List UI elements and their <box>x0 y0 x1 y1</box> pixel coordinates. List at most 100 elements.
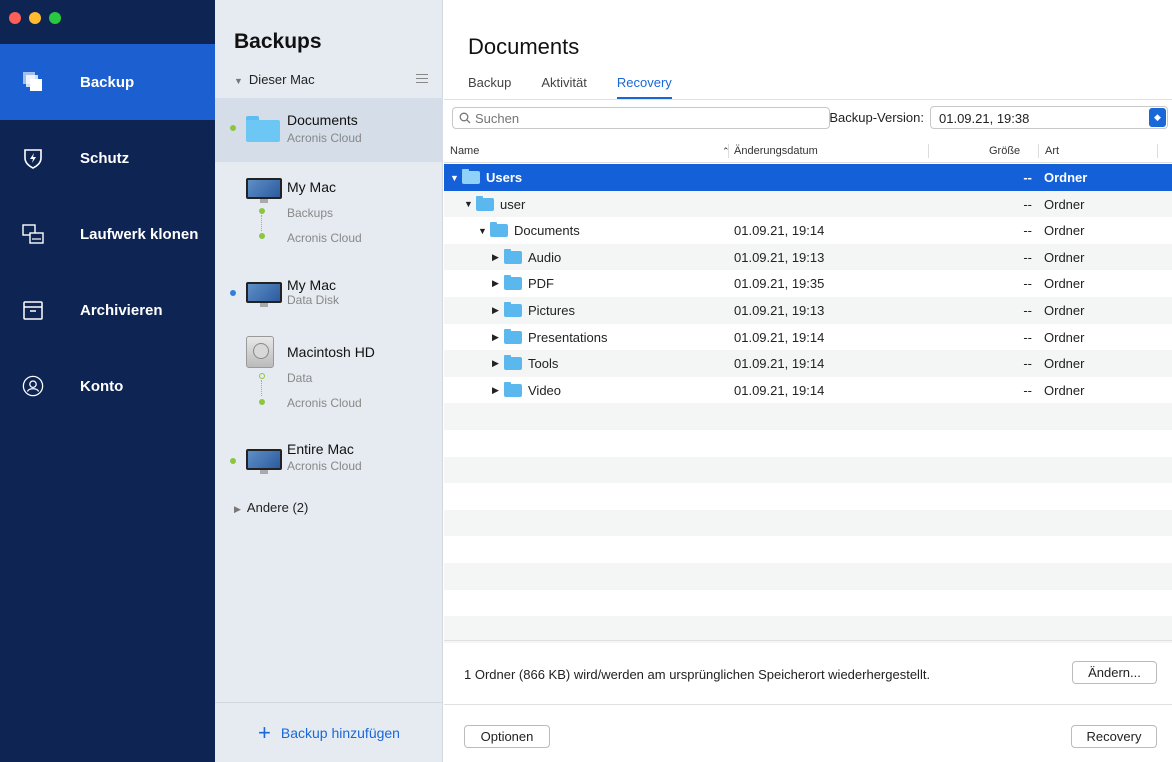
change-button[interactable]: Ändern... <box>1072 661 1157 684</box>
nav-label: Schutz <box>80 149 130 167</box>
source-item-documents[interactable]: Documents Acronis Cloud <box>215 98 443 162</box>
table-row[interactable]: ▶ Audio 01.09.21, 19:13 -- Ordner <box>444 243 1172 271</box>
file-type: Ordner <box>1044 276 1085 292</box>
backup-version-value: 01.09.21, 19:38 <box>939 111 1030 126</box>
source-name: Documents <box>287 112 358 128</box>
source-item-my-mac[interactable]: My Mac Backups Acronis Cloud <box>215 165 443 255</box>
nav-item-konto[interactable]: Konto <box>0 348 215 424</box>
recovery-summary: 1 Ordner (866 KB) wird/werden am ursprün… <box>444 640 1172 704</box>
backup-icon <box>22 71 44 93</box>
table-row[interactable]: ▼ Users -- Ordner <box>444 164 1172 191</box>
nav-item-backup[interactable]: Backup <box>0 44 215 120</box>
modified-date: 01.09.21, 19:14 <box>734 223 825 239</box>
file-size: -- <box>1023 249 1032 265</box>
file-name-cell: ▶ Video <box>492 381 561 398</box>
column-size[interactable]: Größe <box>989 145 1020 157</box>
folder-icon <box>504 328 522 344</box>
file-size: -- <box>1023 356 1032 372</box>
search-icon <box>459 112 471 124</box>
file-size: -- <box>1023 223 1032 239</box>
status-dot <box>230 125 236 131</box>
source-item-my-mac-data-disk[interactable]: My Mac Data Disk <box>215 270 443 320</box>
disclosure-triangle-icon[interactable]: ▶ <box>492 385 502 396</box>
column-separator <box>728 144 729 158</box>
source-name: Entire Mac <box>287 441 354 457</box>
file-name: PDF <box>528 276 554 292</box>
modified-date: 01.09.21, 19:13 <box>734 249 825 265</box>
zoom-window-button[interactable] <box>49 12 61 24</box>
group-this-mac[interactable]: ▼ Dieser Mac <box>234 72 315 87</box>
disclosure-triangle-icon[interactable]: ▼ <box>450 173 460 183</box>
table-row <box>444 509 1172 537</box>
folder-icon <box>504 381 522 397</box>
table-row[interactable]: ▶ Presentations 01.09.21, 19:14 -- Ordner <box>444 324 1172 351</box>
minimize-window-button[interactable] <box>29 12 41 24</box>
table-row[interactable]: ▶ Tools 01.09.21, 19:14 -- Ordner <box>444 350 1172 377</box>
column-date[interactable]: Änderungsdatum <box>734 145 818 157</box>
disclosure-triangle-icon[interactable]: ▼ <box>478 226 488 236</box>
modified-date: 01.09.21, 19:13 <box>734 302 825 318</box>
disclosure-triangle-icon[interactable]: ▶ <box>492 358 502 369</box>
disclosure-triangle-icon[interactable]: ▼ <box>464 199 474 209</box>
table-row <box>444 456 1172 484</box>
nav-item-schutz[interactable]: Schutz <box>0 120 215 196</box>
file-size: -- <box>1023 276 1032 292</box>
modified-date: 01.09.21, 19:35 <box>734 276 825 292</box>
nav-item-archivieren[interactable]: Archivieren <box>0 272 215 348</box>
tab-backup[interactable]: Backup <box>468 75 511 99</box>
table-row[interactable]: ▶ Video 01.09.21, 19:14 -- Ordner <box>444 377 1172 404</box>
table-row[interactable]: ▶ Pictures 01.09.21, 19:13 -- Ordner <box>444 296 1172 324</box>
file-name: user <box>500 196 526 212</box>
backups-title: Backups <box>234 30 322 53</box>
table-row[interactable]: ▼ user -- Ordner <box>444 190 1172 218</box>
table-row[interactable]: ▼ Documents 01.09.21, 19:14 -- Ordner <box>444 217 1172 244</box>
column-type[interactable]: Art <box>1045 145 1059 157</box>
table-row[interactable]: ▶ PDF 01.09.21, 19:35 -- Ordner <box>444 270 1172 297</box>
folder-icon <box>504 248 522 264</box>
table-row <box>444 536 1172 563</box>
disclosure-triangle-icon[interactable]: ▶ <box>492 332 502 343</box>
tab-recovery[interactable]: Recovery <box>616 75 672 99</box>
table-row <box>444 430 1172 457</box>
source-item-entire-mac[interactable]: Entire Mac Acronis Cloud <box>215 435 443 485</box>
folder-icon <box>246 116 280 142</box>
file-name-cell: ▶ Tools <box>492 355 558 371</box>
source-name: Macintosh HD <box>287 344 375 360</box>
disclosure-down-icon: ▼ <box>234 76 243 86</box>
file-type: Ordner <box>1044 170 1088 185</box>
imac-icon <box>246 449 282 475</box>
column-name[interactable]: Name <box>450 145 479 157</box>
file-name-cell: ▼ user <box>464 195 526 212</box>
recovery-button[interactable]: Recovery <box>1071 725 1157 748</box>
close-window-button[interactable] <box>9 12 21 24</box>
table-row <box>444 562 1172 590</box>
clone-disk-icon <box>22 223 44 245</box>
status-dot <box>259 399 265 405</box>
menu-icon[interactable] <box>416 74 428 83</box>
search-input[interactable] <box>475 110 815 126</box>
modified-date: 01.09.21, 19:14 <box>734 356 825 372</box>
nav-item-laufwerk-klonen[interactable]: Laufwerk klonen <box>0 196 215 272</box>
status-dot <box>230 458 236 464</box>
file-type: Ordner <box>1044 382 1085 398</box>
nav-label: Backup <box>80 73 135 91</box>
source-item-macintosh-hd[interactable]: Macintosh HD Data Acronis Cloud <box>215 330 443 420</box>
backup-version-select[interactable]: 01.09.21, 19:38 ◆ <box>930 106 1168 129</box>
file-name: Users <box>486 170 523 185</box>
archive-icon <box>22 299 44 321</box>
file-type: Ordner <box>1044 196 1085 212</box>
disclosure-triangle-icon[interactable]: ▶ <box>492 305 502 316</box>
window-controls <box>9 12 61 24</box>
file-name: Documents <box>514 223 580 239</box>
tab-aktivitaet[interactable]: Aktivität <box>541 75 587 99</box>
file-type: Ordner <box>1044 329 1085 345</box>
disclosure-triangle-icon[interactable]: ▶ <box>492 252 502 263</box>
search-field[interactable] <box>452 107 830 129</box>
disclosure-triangle-icon[interactable]: ▶ <box>492 278 502 289</box>
options-button[interactable]: Optionen <box>464 725 550 748</box>
add-backup-button[interactable]: + Backup hinzufügen <box>215 702 443 762</box>
source-destination: Data Disk <box>287 293 340 307</box>
status-dot <box>259 233 265 239</box>
other-backups-group[interactable]: ▶ Andere (2) <box>234 500 308 515</box>
tree-connector <box>261 380 262 396</box>
